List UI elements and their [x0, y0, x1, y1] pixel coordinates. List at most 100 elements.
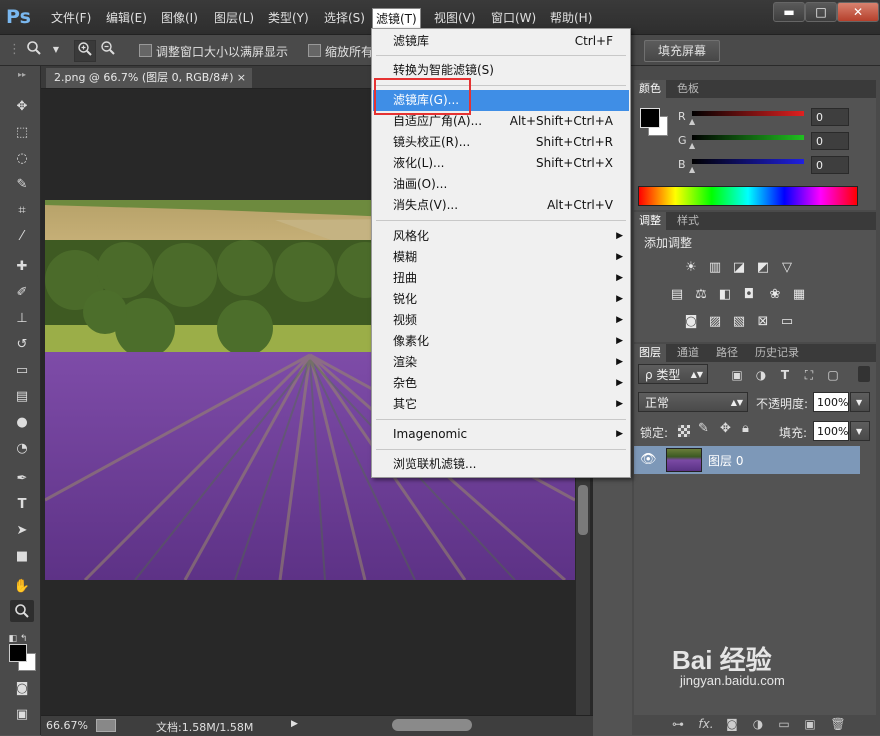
adjustment-layer-icon[interactable]: ◑: [750, 717, 766, 731]
filter-item-video[interactable]: 视频 ▶: [373, 310, 629, 331]
tab-close-icon[interactable]: ×: [237, 68, 246, 88]
healing-brush-tool-icon[interactable]: ✚: [10, 256, 34, 278]
gradient-map-icon[interactable]: ▭: [778, 314, 796, 330]
new-layer-icon[interactable]: ▣: [802, 717, 818, 731]
chevron-down-icon[interactable]: ▼: [46, 40, 66, 60]
filter-item-other[interactable]: 其它 ▶: [373, 394, 629, 415]
tab-paths[interactable]: 路径: [711, 344, 743, 362]
quick-select-tool-icon[interactable]: ✎: [10, 174, 34, 196]
brightness-icon[interactable]: ☀: [682, 260, 700, 276]
opacity-chevron-icon[interactable]: ▼: [850, 392, 870, 412]
menu-help[interactable]: 帮助(H): [547, 8, 595, 28]
lock-pixels-icon[interactable]: ✎: [698, 421, 709, 436]
filter-pixel-icon[interactable]: ▣: [729, 368, 745, 382]
tab-layers[interactable]: 图层: [634, 344, 666, 362]
path-select-tool-icon[interactable]: ➤: [10, 520, 34, 542]
levels-icon[interactable]: ▥: [706, 260, 724, 276]
channel-mixer-icon[interactable]: ❀: [766, 287, 784, 303]
filter-smart-icon[interactable]: ▢: [825, 368, 841, 382]
menu-filter[interactable]: 滤镜(T): [372, 8, 421, 30]
vibrance-icon[interactable]: ▽: [778, 260, 796, 276]
foreground-color-swatch[interactable]: [9, 644, 27, 662]
color-lookup-icon[interactable]: ▦: [790, 287, 808, 303]
filter-toggle[interactable]: [858, 366, 870, 382]
maximize-button[interactable]: □: [805, 2, 837, 22]
clone-stamp-tool-icon[interactable]: ⊥: [10, 308, 34, 330]
fill-chevron-icon[interactable]: ▼: [850, 421, 870, 441]
fx-icon[interactable]: fx.: [698, 717, 714, 731]
layer-name[interactable]: 图层 0: [708, 452, 743, 469]
eye-icon[interactable]: 👁︎: [640, 452, 657, 467]
filter-item-stylize[interactable]: 风格化 ▶: [373, 226, 629, 247]
photo-filter-icon[interactable]: ◘: [740, 287, 758, 303]
eyedropper-tool-icon[interactable]: ⁄: [10, 226, 34, 248]
black-white-icon[interactable]: ◧: [716, 287, 734, 303]
move-tool-icon[interactable]: ✥: [10, 96, 34, 118]
channel-g-slider[interactable]: [692, 135, 804, 140]
tab-color[interactable]: 颜色: [634, 80, 666, 98]
invert-icon[interactable]: ◙: [682, 314, 700, 330]
document-tab[interactable]: 2.png @ 66.7% (图层 0, RGB/8#) ×: [46, 68, 252, 88]
zoom-tool-icon[interactable]: [24, 40, 44, 60]
lock-transparent-icon[interactable]: [678, 425, 690, 437]
zoom-tool-icon[interactable]: [10, 600, 34, 622]
color-fg-swatch[interactable]: [640, 108, 660, 128]
filter-item-pixelate[interactable]: 像素化 ▶: [373, 331, 629, 352]
shape-tool-icon[interactable]: ■: [10, 546, 34, 568]
filter-item-last-filter[interactable]: 滤镜库 Ctrl+F: [373, 31, 629, 52]
tab-swatches[interactable]: 色板: [672, 80, 704, 98]
blend-mode-dropdown[interactable]: 正常 ▲▼: [638, 392, 748, 412]
zoom-out-icon[interactable]: [98, 40, 118, 60]
brush-tool-icon[interactable]: ✐: [10, 282, 34, 304]
filter-item-blur[interactable]: 模糊 ▶: [373, 247, 629, 268]
filter-item-sharpen[interactable]: 锐化 ▶: [373, 289, 629, 310]
vertical-scroll-thumb[interactable]: [578, 485, 588, 535]
hue-saturation-icon[interactable]: ▤: [668, 287, 686, 303]
resize-windows-checkbox[interactable]: [139, 44, 152, 57]
filter-item-lens-correction[interactable]: 镜头校正(R)... Shift+Ctrl+R: [373, 132, 629, 153]
zoom-in-icon[interactable]: [74, 40, 96, 62]
opacity-value[interactable]: 100%: [813, 392, 849, 412]
filter-item-oil-paint[interactable]: 油画(O)...: [373, 174, 629, 195]
trash-icon[interactable]: 🗑︎: [830, 717, 846, 731]
posterize-icon[interactable]: ▨: [706, 314, 724, 330]
menu-file[interactable]: 文件(F): [48, 8, 94, 28]
menu-type[interactable]: 类型(Y): [265, 8, 312, 28]
filter-shape-icon[interactable]: ⛶: [801, 368, 817, 382]
eraser-tool-icon[interactable]: ▭: [10, 360, 34, 382]
lock-position-icon[interactable]: ✥: [720, 421, 731, 436]
screen-mode-icon[interactable]: ▣: [10, 704, 34, 726]
menu-layer[interactable]: 图层(L): [211, 8, 257, 28]
crop-tool-icon[interactable]: ⌗: [10, 200, 34, 222]
lock-all-icon[interactable]: 🔒︎: [742, 421, 749, 436]
filter-item-vanishing-point[interactable]: 消失点(V)... Alt+Ctrl+V: [373, 195, 629, 216]
hand-tool-icon[interactable]: ✋: [10, 576, 34, 598]
fill-value[interactable]: 100%: [813, 421, 849, 441]
filter-item-imagenomic[interactable]: Imagenomic ▶: [373, 424, 629, 445]
menu-image[interactable]: 图像(I): [158, 8, 201, 28]
marquee-tool-icon[interactable]: ⬚: [10, 122, 34, 144]
menu-edit[interactable]: 编辑(E): [103, 8, 150, 28]
filter-type-icon[interactable]: T: [777, 368, 793, 382]
status-menu-arrow[interactable]: ▶: [291, 719, 298, 729]
mask-icon[interactable]: ◙: [724, 717, 740, 731]
gradient-tool-icon[interactable]: ▤: [10, 386, 34, 408]
channel-r-slider[interactable]: [692, 111, 804, 116]
fill-screen-button[interactable]: 填充屏幕: [644, 40, 720, 62]
menu-window[interactable]: 窗口(W): [488, 8, 539, 28]
group-icon[interactable]: ▭: [776, 717, 792, 731]
blur-tool-icon[interactable]: ●: [10, 412, 34, 434]
filter-item-distort[interactable]: 扭曲 ▶: [373, 268, 629, 289]
zoom-level[interactable]: 66.67%: [46, 719, 88, 732]
quick-mask-icon[interactable]: ◙: [10, 678, 34, 700]
pen-tool-icon[interactable]: ✒: [10, 468, 34, 490]
filter-item-noise[interactable]: 杂色 ▶: [373, 373, 629, 394]
threshold-icon[interactable]: ▧: [730, 314, 748, 330]
tab-styles[interactable]: 样式: [672, 212, 704, 230]
tab-channels[interactable]: 通道: [672, 344, 704, 362]
channel-g-value[interactable]: 0: [811, 132, 849, 150]
exposure-icon[interactable]: ◩: [754, 260, 772, 276]
zoom-all-checkbox[interactable]: [308, 44, 321, 57]
channel-b-value[interactable]: 0: [811, 156, 849, 174]
history-brush-tool-icon[interactable]: ↺: [10, 334, 34, 356]
